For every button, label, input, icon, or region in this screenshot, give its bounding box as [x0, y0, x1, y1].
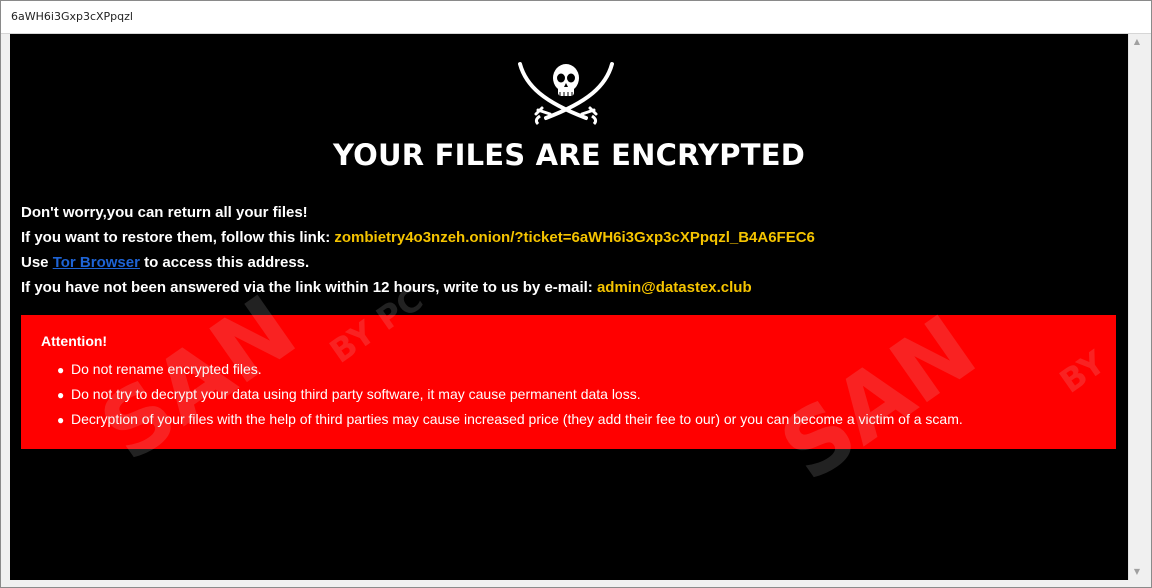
- page-title: YOUR FILES ARE ENCRYPTED: [333, 138, 805, 172]
- note-content-area: YOUR FILES ARE ENCRYPTED Don't worry,you…: [10, 34, 1128, 580]
- tor-instruction-suffix: to access this address.: [139, 254, 310, 271]
- bullet-icon: ●: [57, 388, 65, 402]
- tor-instruction: Use Tor Browser to access this address.: [21, 254, 309, 271]
- contact-email: admin@datastex.club: [596, 279, 752, 296]
- ransom-note-window: 6aWH6i3Gxp3cXPpqzl YOUR FILES ARE ENCRYP…: [0, 0, 1152, 588]
- attention-title: Attention!: [41, 333, 108, 349]
- tor-instruction-prefix: Use: [21, 254, 53, 271]
- scroll-down-arrow-icon[interactable]: ▼: [1129, 564, 1145, 580]
- bullet-icon: ●: [57, 363, 65, 377]
- bullet-icon: ●: [57, 413, 65, 427]
- onion-ticket-address: zombietry4o3nzeh.onion/?ticket=6aWH6i3Gx…: [334, 229, 815, 246]
- list-item: ● Do not rename encrypted files.: [57, 361, 262, 377]
- skull-crossed-swords-icon: [518, 62, 614, 126]
- tor-browser-link[interactable]: Tor Browser: [53, 254, 140, 271]
- attention-item-text: Do not rename encrypted files.: [71, 361, 262, 377]
- email-instruction-label: If you have not been answered via the li…: [21, 279, 597, 296]
- title-bar[interactable]: 6aWH6i3Gxp3cXPpqzl: [1, 1, 1151, 34]
- window-title: 6aWH6i3Gxp3cXPpqzl: [11, 10, 133, 23]
- restore-instruction: If you want to restore them, follow this…: [21, 229, 815, 246]
- attention-item-text: Do not try to decrypt your data using th…: [71, 386, 641, 402]
- scroll-up-arrow-icon[interactable]: ▲: [1129, 34, 1145, 50]
- vertical-scrollbar[interactable]: ▲ ▼: [1128, 34, 1145, 580]
- restore-instruction-label: If you want to restore them, follow this…: [21, 229, 335, 246]
- attention-box: Attention! ● Do not rename encrypted file…: [21, 315, 1116, 449]
- list-item: ● Decryption of your files with the help …: [57, 411, 963, 427]
- email-instruction: If you have not been answered via the li…: [21, 279, 752, 296]
- attention-item-text: Decryption of your files with the help o…: [71, 411, 963, 427]
- list-item: ● Do not try to decrypt your data using t…: [57, 386, 641, 402]
- reassurance-text: Don't worry,you can return all your file…: [21, 204, 308, 221]
